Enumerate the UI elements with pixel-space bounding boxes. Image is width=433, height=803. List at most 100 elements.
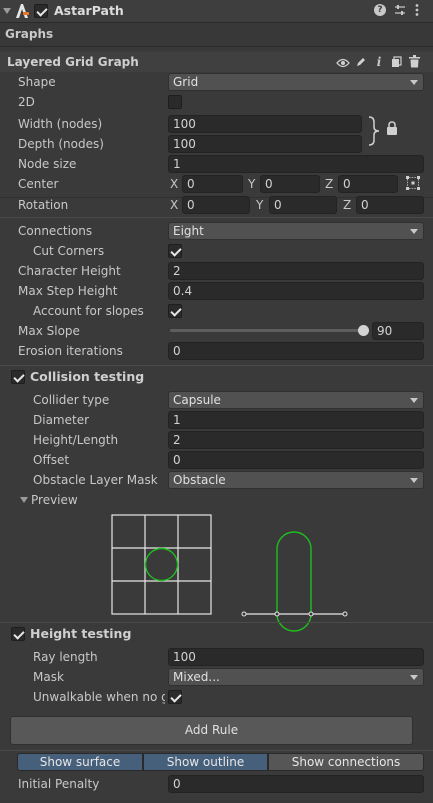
graphs-section-label: Graphs — [5, 27, 54, 41]
grid-snap-icon[interactable] — [405, 175, 421, 191]
depth-field[interactable]: 100 — [168, 135, 362, 153]
show-connections-label: Show connections — [291, 755, 401, 769]
divider — [0, 46, 433, 47]
help-icon[interactable]: ? — [374, 4, 386, 16]
height-length-field[interactable]: 2 — [168, 431, 424, 449]
depth-label: Depth (nodes) — [18, 137, 104, 151]
show-connections-toggle[interactable]: Show connections — [268, 753, 424, 771]
node-size-label: Node size — [18, 157, 77, 171]
character-height-field[interactable]: 2 — [168, 262, 424, 280]
divider — [0, 217, 433, 218]
chevron-down-icon — [410, 398, 418, 403]
account-for-slopes-checkbox[interactable] — [168, 304, 182, 318]
component-enabled-checkbox[interactable] — [34, 4, 48, 18]
show-surface-label: Show surface — [39, 755, 121, 769]
chevron-down-icon — [410, 80, 418, 85]
offset-label: Offset — [33, 453, 70, 467]
add-rule-button[interactable]: Add Rule — [10, 716, 413, 745]
collision-testing-checkbox[interactable] — [11, 370, 25, 384]
node-size-field[interactable]: 1 — [168, 155, 424, 173]
ray-length-field[interactable]: 100 — [168, 648, 424, 666]
show-outline-toggle[interactable]: Show outline — [143, 753, 268, 771]
copy-icon[interactable] — [391, 56, 402, 68]
rotation-x-field[interactable]: 0 — [182, 196, 250, 214]
account-for-slopes-label: Account for slopes — [33, 304, 144, 318]
divider — [0, 622, 433, 623]
max-slope-label: Max Slope — [18, 324, 80, 338]
shape-dropdown[interactable]: Grid — [168, 73, 424, 91]
chevron-down-icon — [410, 229, 418, 234]
shape-value: Grid — [173, 75, 199, 89]
width-field[interactable]: 100 — [168, 115, 362, 133]
2d-label: 2D — [18, 95, 35, 109]
unwalkable-label-clip: Unwalkable when no gr — [33, 689, 165, 705]
width-label: Width (nodes) — [18, 117, 103, 131]
chevron-down-icon — [410, 675, 418, 680]
erosion-field[interactable]: 0 — [168, 342, 424, 360]
kebab-menu-icon[interactable] — [414, 3, 420, 17]
max-slope-slider-thumb[interactable] — [358, 325, 369, 336]
show-surface-toggle[interactable]: Show surface — [17, 753, 143, 771]
connections-label: Connections — [18, 224, 93, 238]
height-testing-title: Height testing — [30, 626, 132, 641]
collider-top-view — [144, 547, 179, 582]
settings-sliders-icon[interactable] — [394, 4, 406, 16]
divider — [0, 365, 433, 366]
center-z-axis-label: Z — [325, 177, 334, 191]
obstacle-layer-mask-label: Obstacle Layer Mask — [33, 473, 158, 487]
pencil-icon[interactable] — [355, 56, 367, 68]
character-height-label: Character Height — [18, 264, 121, 278]
max-step-height-label: Max Step Height — [18, 284, 118, 298]
rotation-y-axis-label: Y — [256, 198, 264, 212]
collider-type-value: Capsule — [173, 393, 221, 407]
mask-dropdown[interactable]: Mixed... — [168, 668, 424, 686]
eye-icon[interactable] — [336, 57, 350, 68]
2d-checkbox[interactable] — [168, 95, 182, 109]
rotation-z-field[interactable]: 0 — [356, 196, 424, 214]
unwalkable-label: Unwalkable when no gr — [33, 690, 165, 704]
max-slope-field[interactable]: 90 — [372, 322, 424, 340]
cut-corners-label: Cut Corners — [33, 244, 105, 258]
rotation-z-axis-label: Z — [343, 198, 352, 212]
grid-preview — [111, 514, 212, 615]
graph-title: Layered Grid Graph — [7, 55, 139, 69]
shape-label: Shape — [18, 75, 56, 89]
height-testing-checkbox[interactable] — [11, 627, 25, 641]
capsule-side-view — [276, 531, 312, 632]
center-z-field[interactable]: 0 — [338, 175, 398, 193]
rotation-y-field[interactable]: 0 — [269, 196, 337, 214]
center-label: Center — [18, 177, 59, 191]
collider-type-dropdown[interactable]: Capsule — [168, 391, 424, 409]
erosion-label: Erosion iterations — [18, 344, 123, 358]
center-y-axis-label: Y — [248, 177, 256, 191]
obstacle-layer-mask-dropdown[interactable]: Obstacle — [168, 471, 424, 489]
mask-value: Mixed... — [173, 670, 220, 684]
center-x-field[interactable]: 0 — [182, 175, 243, 193]
lock-icon[interactable] — [386, 121, 398, 135]
cut-corners-checkbox[interactable] — [168, 244, 182, 258]
unwalkable-checkbox[interactable] — [168, 690, 182, 704]
preview-foldout-arrow-icon[interactable] — [20, 497, 28, 503]
center-y-field[interactable]: 0 — [260, 175, 320, 193]
chevron-down-icon — [410, 478, 418, 483]
max-step-height-field[interactable]: 0.4 — [168, 282, 424, 300]
initial-penalty-label: Initial Penalty — [18, 777, 100, 791]
rotation-label: Rotation — [18, 198, 69, 212]
aspect-brace-icon — [367, 116, 381, 146]
astar-logo-icon — [14, 3, 30, 19]
connections-value: Eight — [173, 224, 204, 238]
component-title: AstarPath — [54, 3, 124, 18]
foldout-arrow-icon[interactable] — [3, 8, 11, 14]
diameter-label: Diameter — [33, 413, 90, 427]
ray-length-label: Ray length — [33, 650, 98, 664]
show-outline-label: Show outline — [166, 755, 245, 769]
height-length-label: Height/Length — [33, 433, 119, 447]
connections-dropdown[interactable]: Eight — [168, 222, 424, 240]
max-slope-slider-track[interactable] — [170, 329, 366, 332]
diameter-field[interactable]: 1 — [168, 411, 424, 429]
initial-penalty-field[interactable]: 0 — [168, 775, 424, 793]
info-icon[interactable]: i — [374, 55, 384, 69]
obstacle-layer-mask-value: Obstacle — [173, 473, 226, 487]
offset-field[interactable]: 0 — [168, 451, 424, 469]
trash-icon[interactable] — [409, 55, 420, 68]
